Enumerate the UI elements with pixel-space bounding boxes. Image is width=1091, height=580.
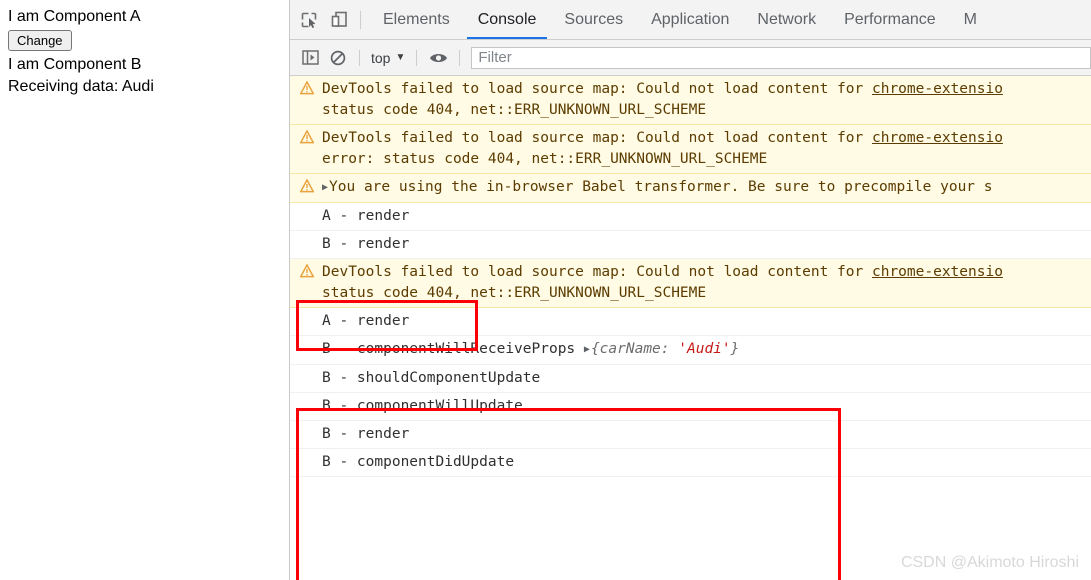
- tab-application[interactable]: Application: [637, 0, 743, 39]
- toolbar-divider-2: [416, 49, 418, 66]
- console-message-log[interactable]: A - render: [290, 308, 1091, 336]
- source-map-link[interactable]: chrome-extensio: [872, 264, 1003, 280]
- console-message-log[interactable]: B - componentWillUpdate: [290, 393, 1091, 421]
- warning-triangle-icon: [299, 80, 315, 95]
- message-text: B - render: [322, 236, 410, 252]
- tab-console[interactable]: Console: [464, 0, 551, 39]
- message-prefix: You are using the in-browser Babel trans…: [329, 179, 993, 195]
- message-text-line2: status code 404, net::ERR_UNKNOWN_URL_SC…: [322, 285, 707, 301]
- object-expand-arrow-icon[interactable]: ▶: [584, 339, 590, 360]
- live-expression-eye-icon[interactable]: [424, 45, 452, 71]
- inspect-element-icon[interactable]: [294, 5, 324, 35]
- tab-elements[interactable]: Elements: [369, 0, 464, 39]
- message-text: B - shouldComponentUpdate: [322, 370, 541, 386]
- tab-memory[interactable]: M: [950, 0, 991, 39]
- message-text: B - render: [322, 426, 410, 442]
- object-preview-close: }: [730, 341, 740, 357]
- message-prefix: DevTools failed to load source map: Coul…: [322, 130, 872, 146]
- console-message-log-with-object[interactable]: B - componentWillReceiveProps ▶{carName:…: [290, 336, 1091, 365]
- warning-triangle-icon: [299, 263, 315, 278]
- object-preview-open: {carName:: [590, 341, 679, 357]
- change-button[interactable]: Change: [8, 30, 72, 51]
- console-message-log[interactable]: B - componentDidUpdate: [290, 449, 1091, 477]
- component-a-text: I am Component A: [8, 8, 141, 25]
- chevron-down-icon: ▼: [395, 52, 406, 63]
- console-message-warning[interactable]: DevTools failed to load source map: Coul…: [290, 259, 1091, 308]
- change-button-row: Change: [8, 28, 281, 54]
- console-message-log[interactable]: B - render: [290, 421, 1091, 449]
- execution-context-label: top: [371, 49, 391, 66]
- console-message-log[interactable]: B - render: [290, 231, 1091, 259]
- receiving-data-text: Receiving data: Audi: [8, 78, 154, 95]
- expand-arrow-icon[interactable]: ▶: [322, 177, 328, 198]
- tab-network[interactable]: Network: [743, 0, 830, 39]
- console-message-log[interactable]: A - render: [290, 203, 1091, 231]
- devtools-panel: Elements Console Sources Application Net…: [290, 0, 1091, 580]
- tabbar-divider: [360, 10, 361, 29]
- message-text-line2: error: status code 404, net::ERR_UNKNOWN…: [322, 151, 768, 167]
- csdn-watermark: CSDN @Akimoto Hiroshi: [900, 554, 1079, 571]
- filter-input[interactable]: [471, 46, 1091, 69]
- message-text: ▶You are using the in-browser Babel tran…: [290, 177, 1091, 199]
- message-text: DevTools failed to load source map: Coul…: [290, 128, 1091, 149]
- clear-console-icon[interactable]: [324, 45, 352, 71]
- execution-context-dropdown[interactable]: top ▼: [367, 50, 409, 66]
- message-text: A - render: [322, 208, 410, 224]
- console-toolbar: top ▼: [290, 40, 1091, 76]
- message-text: B - componentWillUpdate: [322, 398, 523, 414]
- message-prefix: B - componentWillReceiveProps: [322, 341, 584, 357]
- object-preview-string: 'Audi': [678, 341, 731, 357]
- message-text: DevTools failed to load source map: Coul…: [290, 79, 1091, 100]
- console-message-log[interactable]: B - shouldComponentUpdate: [290, 365, 1091, 393]
- console-message-list[interactable]: DevTools failed to load source map: Coul…: [290, 76, 1091, 580]
- message-prefix: DevTools failed to load source map: Coul…: [322, 264, 872, 280]
- message-text-line2: status code 404, net::ERR_UNKNOWN_URL_SC…: [322, 102, 707, 118]
- component-b-text: I am Component B: [8, 56, 142, 73]
- tab-sources[interactable]: Sources: [550, 0, 637, 39]
- device-toolbar-icon[interactable]: [324, 5, 354, 35]
- source-map-link[interactable]: chrome-extensio: [872, 130, 1003, 146]
- message-text: DevTools failed to load source map: Coul…: [290, 262, 1091, 283]
- message-text: B - componentDidUpdate: [322, 454, 515, 470]
- message-prefix: DevTools failed to load source map: Coul…: [322, 81, 872, 97]
- console-message-warning[interactable]: DevTools failed to load source map: Coul…: [290, 76, 1091, 125]
- console-message-warning-babel[interactable]: ▶You are using the in-browser Babel tran…: [290, 174, 1091, 203]
- screenshot-root: I am Component A Change I am Component B…: [0, 0, 1091, 580]
- devtools-tabbar: Elements Console Sources Application Net…: [290, 0, 1091, 40]
- tab-performance[interactable]: Performance: [830, 0, 950, 39]
- warning-triangle-icon: [299, 178, 315, 193]
- toolbar-divider-3: [459, 49, 461, 66]
- console-sidebar-icon[interactable]: [296, 45, 324, 71]
- message-text: A - render: [322, 313, 410, 329]
- toolbar-divider-1: [359, 49, 360, 66]
- warning-triangle-icon: [299, 129, 315, 144]
- source-map-link[interactable]: chrome-extensio: [872, 81, 1003, 97]
- console-message-warning[interactable]: DevTools failed to load source map: Coul…: [290, 125, 1091, 174]
- message-text: B - componentWillReceiveProps ▶{carName:…: [290, 339, 1091, 361]
- rendered-page-pane: I am Component A Change I am Component B…: [0, 0, 290, 580]
